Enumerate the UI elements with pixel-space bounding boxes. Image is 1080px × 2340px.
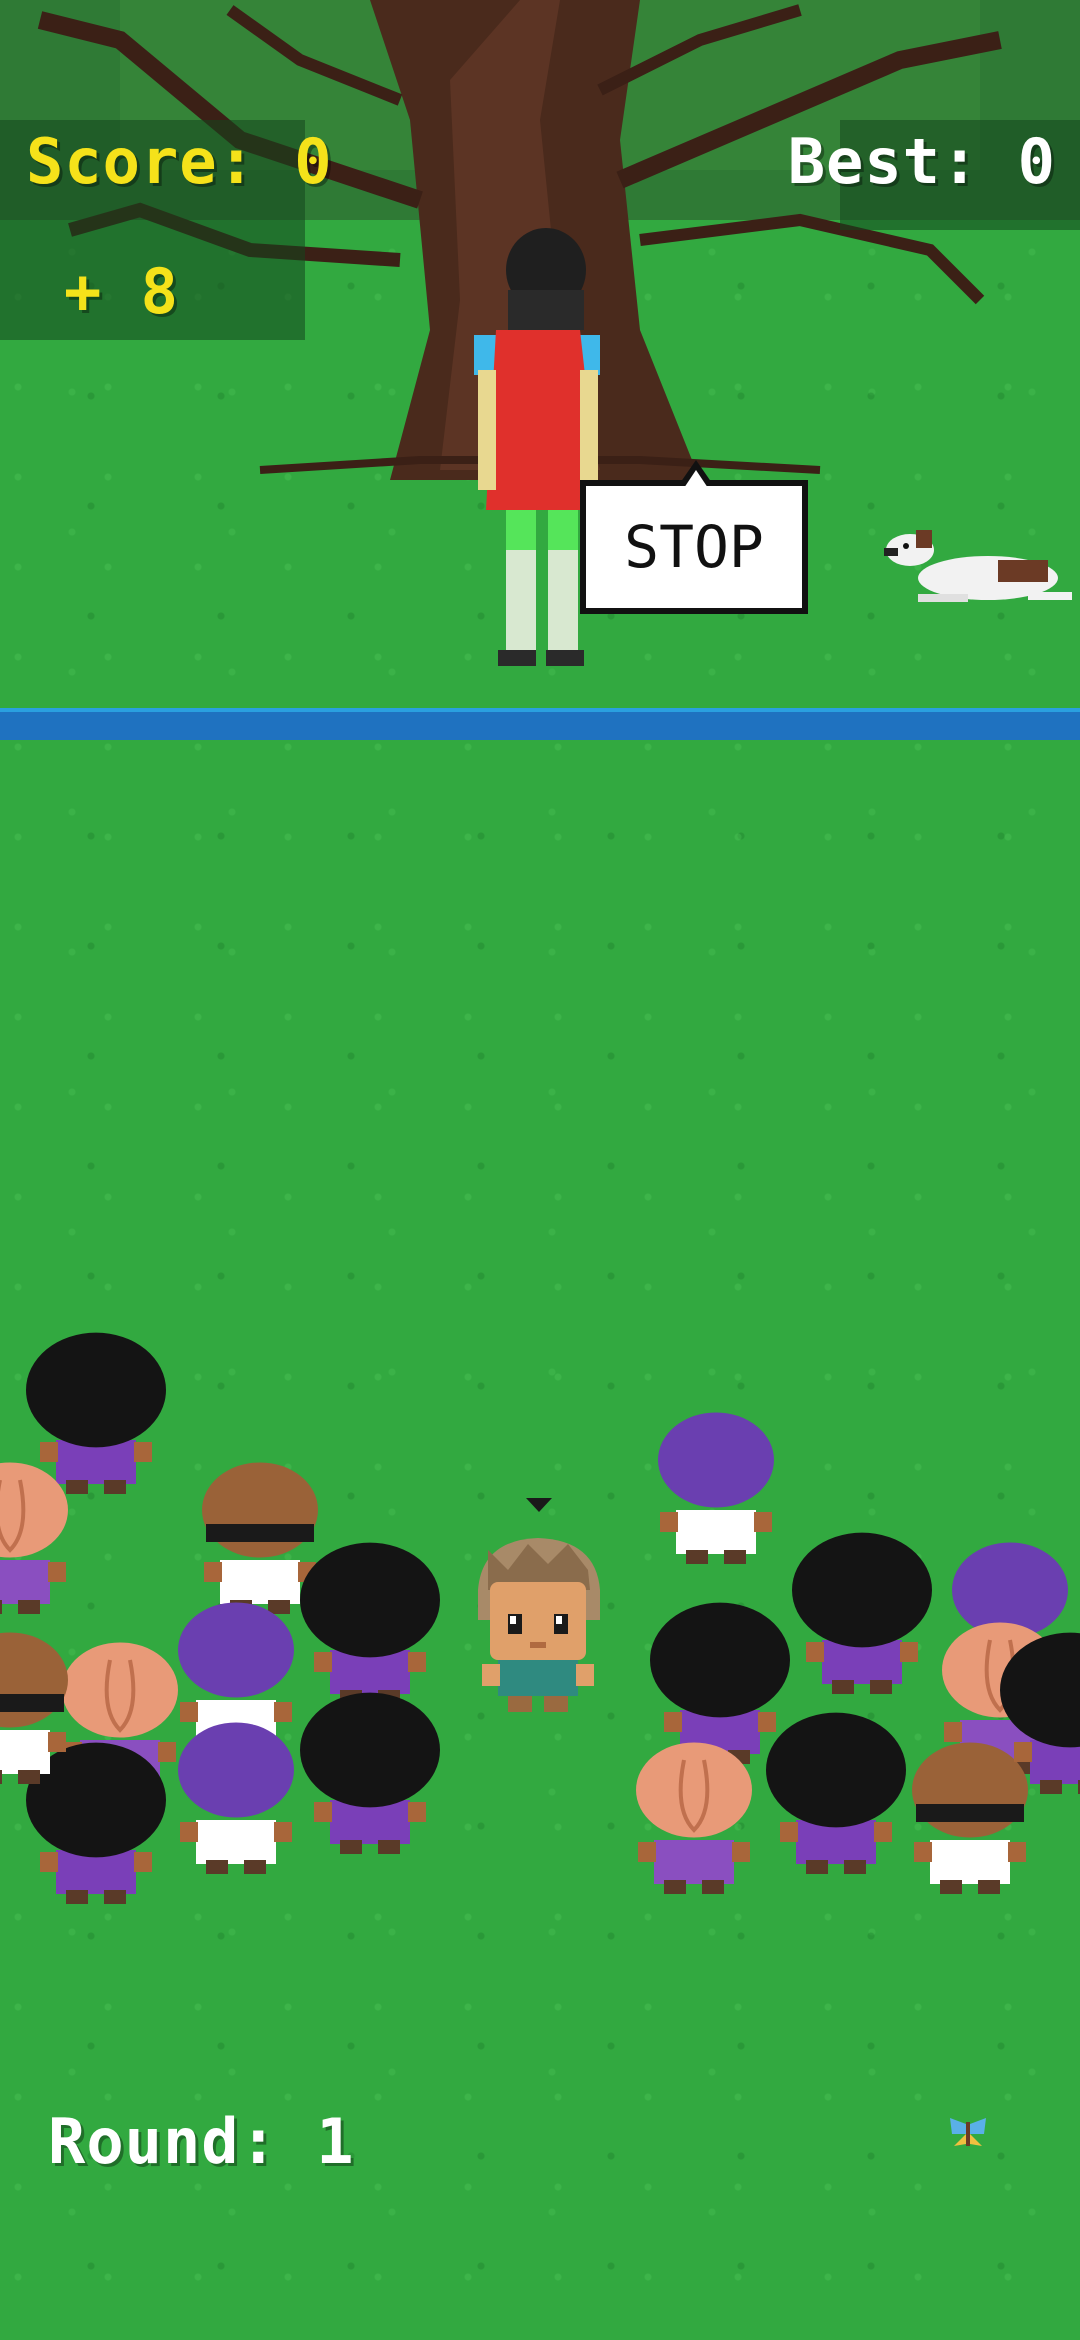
contestant-brown	[202, 1462, 318, 1614]
contestant-peach	[636, 1742, 752, 1894]
game-canvas[interactable]: Score: 0 + 8 Best: 0 STOP Round: 1	[0, 0, 1080, 2340]
contestant-peach	[0, 1462, 68, 1614]
contestant-black	[26, 1332, 166, 1494]
contestant-black	[300, 1542, 440, 1704]
player-character[interactable]	[468, 1530, 608, 1716]
triangle-marker-icon	[526, 1498, 552, 1512]
contestant-black	[766, 1712, 906, 1874]
contestant-black	[300, 1692, 440, 1854]
contestant-brown	[912, 1742, 1028, 1894]
contestant-black	[792, 1532, 932, 1694]
round-label: Round: 1	[48, 2105, 355, 2178]
contestant-purple	[658, 1412, 774, 1564]
contestant-purple	[178, 1722, 294, 1874]
butterfly-icon	[950, 2118, 986, 2146]
crowd-layer	[0, 1332, 1080, 1904]
contestant-black	[650, 1602, 790, 1764]
